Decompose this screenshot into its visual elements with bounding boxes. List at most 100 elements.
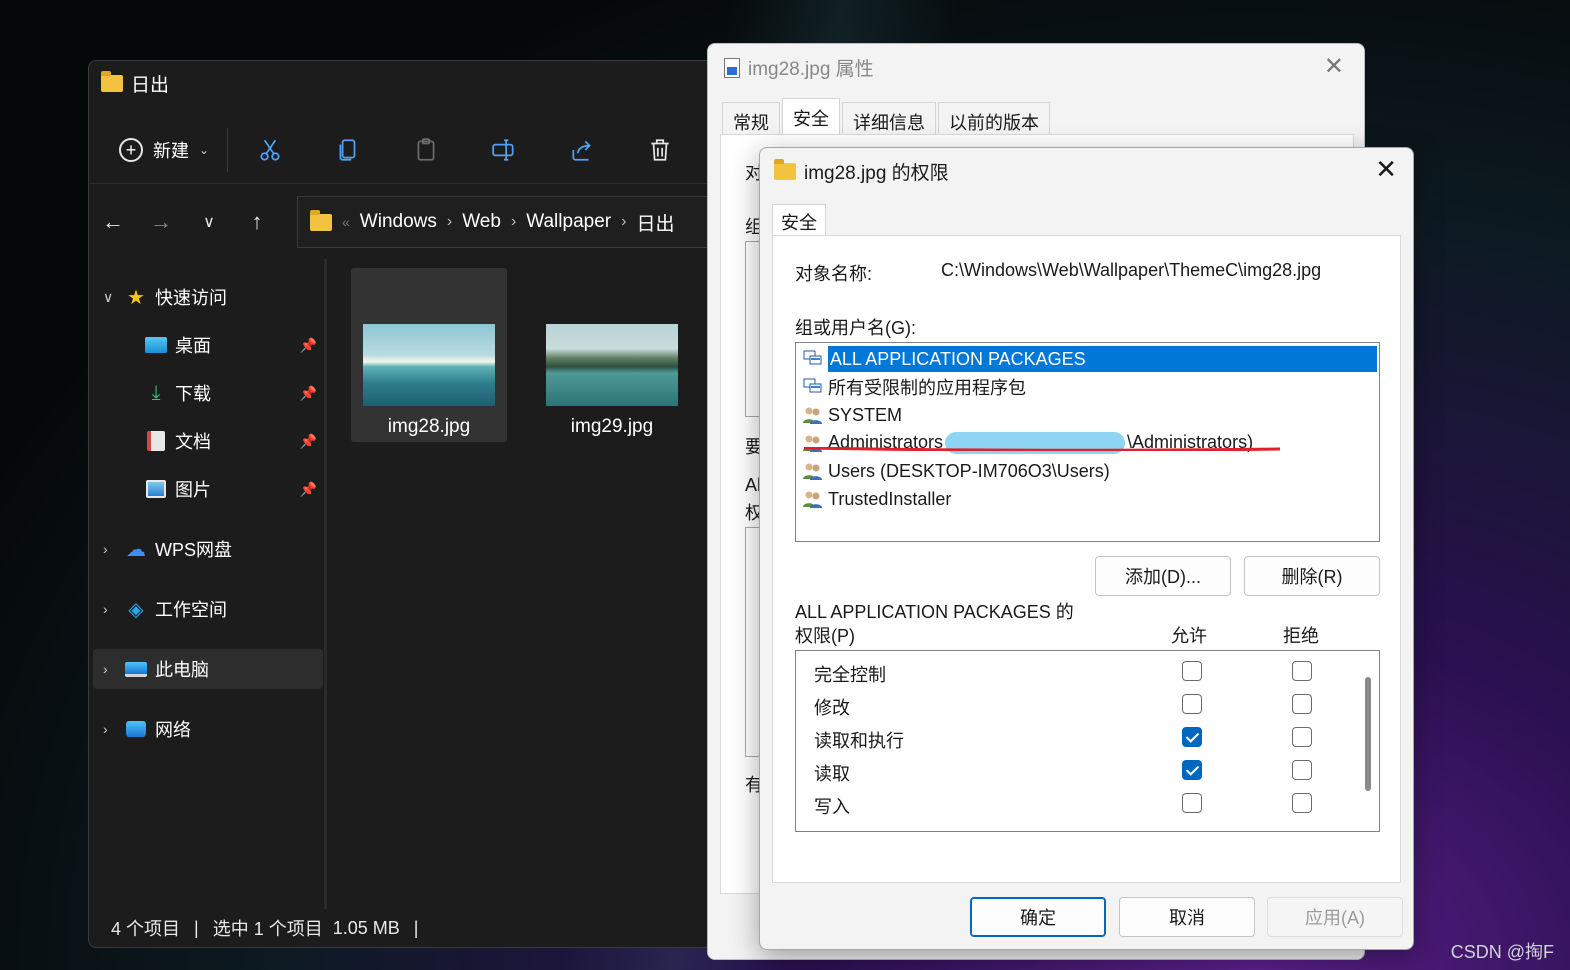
list-item[interactable]: Administrators \Administrators) bbox=[798, 429, 1377, 457]
cancel-button[interactable]: 取消 bbox=[1119, 897, 1255, 937]
sidebar-item-label: 桌面 bbox=[175, 336, 211, 356]
deny-checkbox[interactable] bbox=[1292, 793, 1312, 813]
arrow-right-icon: → bbox=[150, 208, 172, 234]
watermark-text: CSDN @掏F bbox=[1450, 942, 1554, 962]
permission-row: 修改 bbox=[796, 688, 1356, 721]
close-button[interactable]: ✕ bbox=[1324, 52, 1344, 81]
breadcrumb-separator-icon: › bbox=[510, 213, 517, 230]
list-item[interactable]: Users (DESKTOP-IM706O3\Users) bbox=[798, 457, 1377, 485]
cloud-icon: ☁ bbox=[126, 538, 146, 561]
sidebar-item-downloads[interactable]: ⤓ 下载 📌 bbox=[89, 373, 323, 413]
chevron-down-icon: ∨ bbox=[103, 288, 114, 305]
list-item[interactable]: SYSTEM bbox=[798, 401, 1377, 429]
breadcrumb-wallpaper[interactable]: Wallpaper bbox=[526, 211, 611, 233]
deny-checkbox[interactable] bbox=[1292, 727, 1312, 747]
apply-button[interactable]: 应用(A) bbox=[1267, 897, 1403, 937]
sidebar-item-label: 快速访问 bbox=[155, 288, 227, 308]
allow-checkbox[interactable] bbox=[1182, 727, 1202, 747]
pin-icon[interactable]: 📌 bbox=[300, 385, 317, 402]
breadcrumb-current[interactable]: 日出 bbox=[636, 209, 674, 236]
sidebar-item-label: 图片 bbox=[175, 480, 211, 500]
tab-security[interactable]: 安全 bbox=[782, 98, 840, 139]
sidebar-item-desktop[interactable]: 桌面 📌 bbox=[89, 325, 323, 365]
delete-button[interactable] bbox=[624, 128, 696, 172]
allow-checkbox[interactable] bbox=[1182, 661, 1202, 681]
forward-button[interactable]: → bbox=[137, 202, 185, 242]
allow-column-header: 允许 bbox=[1171, 626, 1207, 646]
deny-column-header: 拒绝 bbox=[1283, 626, 1319, 646]
sidebar-item-this-pc[interactable]: › 此电脑 bbox=[93, 649, 323, 689]
object-name-label: 对象名称: bbox=[795, 264, 873, 284]
list-item[interactable]: ALL APPLICATION PACKAGES bbox=[798, 345, 1377, 373]
back-button[interactable]: ← bbox=[89, 202, 137, 242]
red-underline-annotation bbox=[804, 447, 1280, 451]
paste-button[interactable] bbox=[390, 128, 462, 172]
status-divider: | bbox=[413, 917, 419, 938]
new-button[interactable]: + 新建 ⌄ bbox=[119, 128, 229, 172]
sidebar-item-network[interactable]: › 网络 bbox=[89, 709, 323, 749]
chevron-down-icon: ⌄ bbox=[199, 143, 210, 157]
arrow-left-icon: ← bbox=[102, 208, 124, 234]
ok-button[interactable]: 确定 bbox=[970, 897, 1106, 937]
list-item[interactable]: 所有受限制的应用程序包 bbox=[798, 373, 1377, 401]
scissors-icon bbox=[260, 139, 280, 161]
folder-icon bbox=[310, 209, 332, 231]
network-icon bbox=[125, 719, 147, 739]
pin-icon[interactable]: 📌 bbox=[300, 337, 317, 354]
properties-title: img28.jpg 属性 bbox=[748, 59, 874, 80]
star-icon: ★ bbox=[127, 286, 145, 309]
permissions-list[interactable]: 完全控制 修改 读取和执行 读取 写入 bbox=[795, 650, 1380, 832]
allow-checkbox[interactable] bbox=[1182, 760, 1202, 780]
group-user-label: 组或用户名(G): bbox=[795, 318, 916, 338]
sidebar-item-pictures[interactable]: 图片 📌 bbox=[89, 469, 323, 509]
rename-button[interactable] bbox=[468, 128, 540, 172]
allow-checkbox[interactable] bbox=[1182, 694, 1202, 714]
image-file-icon bbox=[724, 57, 740, 78]
explorer-toolbar: + 新建 ⌄ bbox=[89, 117, 727, 183]
scrollbar-thumb[interactable] bbox=[1365, 677, 1371, 791]
pictures-icon bbox=[145, 479, 167, 499]
up-button[interactable]: ↑ bbox=[233, 202, 281, 242]
deny-checkbox[interactable] bbox=[1292, 694, 1312, 714]
user-list[interactable]: ALL APPLICATION PACKAGES 所有受限制的应用程序包 SYS… bbox=[795, 342, 1380, 542]
pin-icon[interactable]: 📌 bbox=[300, 481, 317, 498]
close-button[interactable]: ✕ bbox=[1375, 154, 1397, 185]
deny-checkbox[interactable] bbox=[1292, 760, 1312, 780]
selection-size: 1.05 MB bbox=[332, 917, 400, 938]
cut-button[interactable] bbox=[234, 128, 306, 172]
pin-icon[interactable]: 📌 bbox=[300, 433, 317, 450]
sidebar-item-wps-drive[interactable]: › ☁ WPS网盘 bbox=[89, 529, 323, 569]
image-thumbnail bbox=[363, 324, 495, 406]
users-icon bbox=[802, 405, 824, 425]
user-name: ALL APPLICATION PACKAGES bbox=[827, 346, 1377, 372]
breadcrumb-separator-icon: › bbox=[621, 213, 627, 230]
chevron-right-icon: › bbox=[103, 541, 108, 557]
permission-name: 修改 bbox=[814, 698, 850, 718]
allow-checkbox[interactable] bbox=[1182, 793, 1202, 813]
copy-button[interactable] bbox=[312, 128, 384, 172]
chevron-right-icon: › bbox=[103, 721, 108, 737]
remove-button[interactable]: 删除(R) bbox=[1244, 556, 1380, 596]
package-group-icon bbox=[802, 377, 824, 397]
sidebar-item-label: 文档 bbox=[175, 432, 211, 452]
file-list-pane: img28.jpg img29.jpg bbox=[330, 259, 727, 909]
status-bar: 4 个项目 | 选中 1 个项目 1.05 MB | bbox=[89, 907, 727, 947]
breadcrumb-web[interactable]: Web bbox=[462, 211, 501, 233]
share-button[interactable] bbox=[546, 128, 618, 172]
sidebar-item-quick-access[interactable]: ∨ ★ 快速访问 bbox=[89, 277, 323, 317]
sidebar-item-workspace[interactable]: › ◈ 工作空间 bbox=[89, 589, 323, 629]
chevron-down-icon: ∨ bbox=[203, 213, 215, 231]
address-bar[interactable]: « Windows › Web › Wallpaper › 日出 bbox=[297, 196, 727, 248]
file-item-img29[interactable]: img29.jpg bbox=[534, 268, 690, 442]
list-item[interactable]: TrustedInstaller bbox=[798, 485, 1377, 513]
add-button[interactable]: 添加(D)... bbox=[1095, 556, 1231, 596]
file-item-img28[interactable]: img28.jpg bbox=[351, 268, 507, 442]
user-name: 所有受限制的应用程序包 bbox=[828, 378, 1026, 398]
close-icon: ✕ bbox=[1323, 53, 1344, 80]
recent-locations-button[interactable]: ∨ bbox=[185, 202, 233, 242]
item-count: 4 个项目 bbox=[111, 919, 181, 939]
folder-icon bbox=[774, 159, 796, 180]
deny-checkbox[interactable] bbox=[1292, 661, 1312, 681]
sidebar-item-documents[interactable]: 文档 📌 bbox=[89, 421, 323, 461]
breadcrumb-windows[interactable]: Windows bbox=[360, 211, 437, 233]
